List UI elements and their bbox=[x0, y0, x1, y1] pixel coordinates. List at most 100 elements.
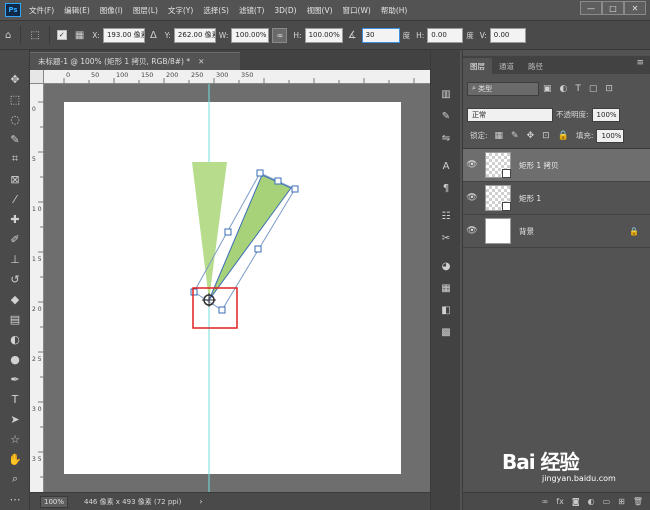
y-position-field[interactable]: 262.00 像素 bbox=[173, 27, 216, 43]
transform-tool-icon[interactable]: ⬚ bbox=[30, 30, 39, 41]
eye-icon[interactable]: 👁 bbox=[463, 160, 481, 170]
width-scale-field[interactable]: 100.00% bbox=[231, 27, 270, 43]
filter-smart-icon[interactable]: ⊡ bbox=[605, 84, 613, 94]
history-panel-icon[interactable]: ▥ bbox=[431, 84, 461, 104]
new-group-icon[interactable]: ▭ bbox=[603, 497, 611, 506]
layer-style-icon[interactable]: fx bbox=[556, 497, 564, 506]
zoom-level-field[interactable]: 100% bbox=[40, 495, 68, 508]
crop-tool-icon[interactable]: ⌗ bbox=[0, 150, 30, 168]
menu-view[interactable]: 视图(V) bbox=[307, 5, 333, 16]
eyedropper-tool-icon[interactable]: ⁄ bbox=[0, 190, 30, 208]
delta-icon[interactable]: Δ bbox=[150, 30, 157, 41]
panel-menu-icon[interactable]: ≡ bbox=[636, 58, 644, 68]
close-tab-icon[interactable]: ✕ bbox=[198, 57, 204, 66]
v-skew-field[interactable]: 0.00 bbox=[489, 27, 526, 43]
lasso-tool-icon[interactable]: ◌ bbox=[0, 110, 30, 128]
horizontal-ruler[interactable]: 0 50 100 150 200 250 300 350 bbox=[44, 70, 430, 84]
patterns-icon[interactable]: ▩ bbox=[431, 322, 461, 342]
path-select-tool-icon[interactable]: ➤ bbox=[0, 410, 30, 428]
chevron-right-icon[interactable]: › bbox=[199, 497, 202, 506]
layer-filter-select[interactable]: ⌕ 类型 bbox=[467, 81, 539, 96]
lock-image-icon[interactable]: ✎ bbox=[511, 131, 519, 141]
ruler-origin[interactable] bbox=[30, 70, 44, 84]
type-tool-icon[interactable]: T bbox=[0, 390, 30, 408]
tab-channels[interactable]: 通道 bbox=[492, 58, 521, 74]
history-brush-icon[interactable]: ↺ bbox=[0, 270, 30, 288]
reference-point-checkbox[interactable]: ✓ bbox=[56, 30, 67, 40]
filter-type-icon[interactable]: T bbox=[575, 84, 581, 94]
adjustment-layer-icon[interactable]: ◐ bbox=[588, 497, 595, 506]
chain-icon[interactable]: ∞ bbox=[272, 27, 288, 43]
menu-file[interactable]: 文件(F) bbox=[29, 5, 54, 16]
restore-button[interactable]: □ bbox=[602, 1, 624, 15]
minimize-button[interactable]: — bbox=[580, 1, 602, 15]
blend-mode-select[interactable]: 正常 bbox=[467, 107, 553, 122]
filter-shape-icon[interactable]: ▢ bbox=[589, 84, 598, 94]
eye-icon[interactable]: 👁 bbox=[463, 193, 481, 203]
home-icon[interactable]: ⌂ bbox=[5, 30, 11, 41]
fill-field[interactable]: 100% bbox=[596, 128, 625, 143]
filter-adjust-icon[interactable]: ◐ bbox=[560, 84, 568, 94]
paragraph-panel-icon[interactable]: ¶ bbox=[431, 178, 461, 198]
x-position-field[interactable]: 193.00 像素 bbox=[102, 27, 145, 43]
menu-window[interactable]: 窗口(W) bbox=[343, 5, 371, 16]
lock-all-icon[interactable]: 🔒 bbox=[558, 131, 569, 141]
opacity-field[interactable]: 100% bbox=[591, 107, 620, 122]
character-panel-icon[interactable]: A bbox=[431, 156, 461, 176]
stamp-tool-icon[interactable]: ⊥ bbox=[0, 250, 30, 268]
lock-artboard-icon[interactable]: ⊡ bbox=[542, 131, 550, 141]
move-tool-icon[interactable]: ✥ bbox=[0, 70, 30, 88]
menu-image[interactable]: 图像(I) bbox=[100, 5, 123, 16]
layer-row-rectangle-copy[interactable]: 👁 矩形 1 拷贝 bbox=[463, 149, 650, 182]
brush-settings-icon[interactable]: ✎ bbox=[431, 106, 461, 126]
vertical-ruler[interactable]: 0 5 1 0 1 5 2 0 2 5 3 0 3 5 bbox=[30, 84, 44, 492]
shape-tool-icon[interactable]: ☆ bbox=[0, 430, 30, 448]
zoom-tool-icon[interactable]: ⌕ bbox=[0, 470, 30, 488]
menu-type[interactable]: 文字(Y) bbox=[168, 5, 193, 16]
gradient-panel-icon[interactable]: ◧ bbox=[431, 300, 461, 320]
document-canvas[interactable] bbox=[64, 102, 401, 474]
height-scale-field[interactable]: 100.00% bbox=[304, 27, 343, 43]
more-tools-icon[interactable]: ⋯ bbox=[0, 490, 30, 508]
tab-layers[interactable]: 图层 bbox=[463, 58, 492, 74]
close-button[interactable]: ✕ bbox=[624, 1, 646, 15]
menu-edit[interactable]: 编辑(E) bbox=[64, 5, 90, 16]
adjustments-icon[interactable]: ⇋ bbox=[431, 128, 461, 148]
menu-select[interactable]: 选择(S) bbox=[203, 5, 229, 16]
marquee-tool-icon[interactable]: ⬚ bbox=[0, 90, 30, 108]
new-layer-icon[interactable]: ⊞ bbox=[618, 497, 625, 506]
h-skew-field[interactable]: 0.00 bbox=[427, 27, 464, 43]
pen-tool-icon[interactable]: ✒ bbox=[0, 370, 30, 388]
blur-tool-icon[interactable]: ◐ bbox=[0, 330, 30, 348]
eraser-tool-icon[interactable]: ◆ bbox=[0, 290, 30, 308]
gradient-tool-icon[interactable]: ▤ bbox=[0, 310, 30, 328]
healing-brush-icon[interactable]: ✚ bbox=[0, 210, 30, 228]
tab-paths[interactable]: 路径 bbox=[521, 58, 550, 74]
filter-pixel-icon[interactable]: ▣ bbox=[543, 84, 552, 94]
menu-3d[interactable]: 3D(D) bbox=[274, 6, 296, 15]
add-mask-icon[interactable]: ◙ bbox=[572, 497, 580, 506]
layer-row-background[interactable]: 👁 背景 🔒 bbox=[463, 215, 650, 248]
frame-tool-icon[interactable]: ⊠ bbox=[0, 170, 30, 188]
properties-icon[interactable]: ☷ bbox=[431, 206, 461, 226]
quick-select-tool-icon[interactable]: ✎ bbox=[0, 130, 30, 148]
lock-position-icon[interactable]: ✥ bbox=[527, 131, 535, 141]
menu-help[interactable]: 帮助(H) bbox=[381, 5, 408, 16]
reference-point-grid-icon[interactable]: ▦ bbox=[75, 30, 84, 41]
rotation-angle-field[interactable]: 30 bbox=[361, 27, 400, 43]
trash-icon[interactable]: 🗑 bbox=[633, 497, 643, 506]
menu-layer[interactable]: 图层(L) bbox=[133, 5, 158, 16]
options-bar: ⌂ ⬚ ✓ ▦ X: 193.00 像素 Δ Y: 262.00 像素 W: 1… bbox=[0, 20, 650, 50]
dodge-tool-icon[interactable]: ● bbox=[0, 350, 30, 368]
link-layers-icon[interactable]: ∞ bbox=[542, 497, 549, 506]
tools-preset-icon[interactable]: ✂ bbox=[431, 228, 461, 248]
hand-tool-icon[interactable]: ✋ bbox=[0, 450, 30, 468]
lock-transparent-icon[interactable]: ▦ bbox=[495, 131, 504, 141]
brush-tool-icon[interactable]: ✐ bbox=[0, 230, 30, 248]
menu-filter[interactable]: 滤镜(T) bbox=[239, 5, 264, 16]
color-panel-icon[interactable]: ◕ bbox=[431, 256, 461, 276]
layer-row-rectangle[interactable]: 👁 矩形 1 bbox=[463, 182, 650, 215]
document-tab[interactable]: 未标题-1 @ 100% (矩形 1 拷贝, RGB/8#) * ✕ bbox=[30, 52, 240, 70]
swatches-icon[interactable]: ▦ bbox=[431, 278, 461, 298]
eye-icon[interactable]: 👁 bbox=[463, 226, 481, 236]
